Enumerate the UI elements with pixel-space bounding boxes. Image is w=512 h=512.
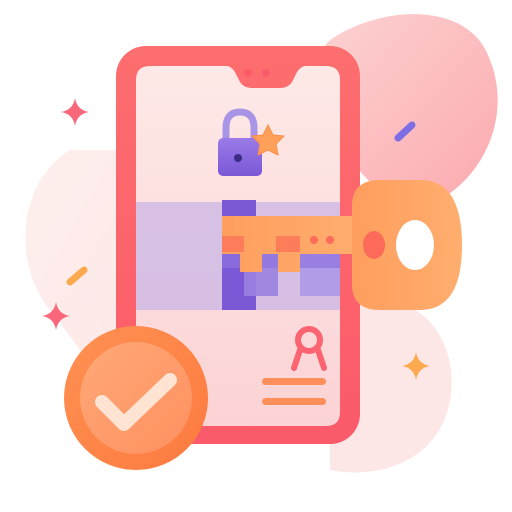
key-hole: [396, 220, 434, 270]
phone-camera-dot: [244, 69, 252, 77]
screen-line-2: [262, 398, 326, 405]
key-head-accent: [363, 231, 385, 259]
checkmark-badge-icon: [64, 326, 208, 470]
screen-line-1: [262, 378, 326, 385]
key-dot-2: [326, 236, 334, 244]
padlock-keyhole: [234, 154, 242, 162]
key-dot-1: [310, 236, 318, 244]
security-illustration: [25, 14, 498, 473]
key-tooth-mid: [276, 236, 300, 252]
phone-sensor-dot: [262, 69, 270, 77]
key-tooth-left: [222, 236, 244, 252]
sparkle-top-left: [61, 98, 89, 126]
